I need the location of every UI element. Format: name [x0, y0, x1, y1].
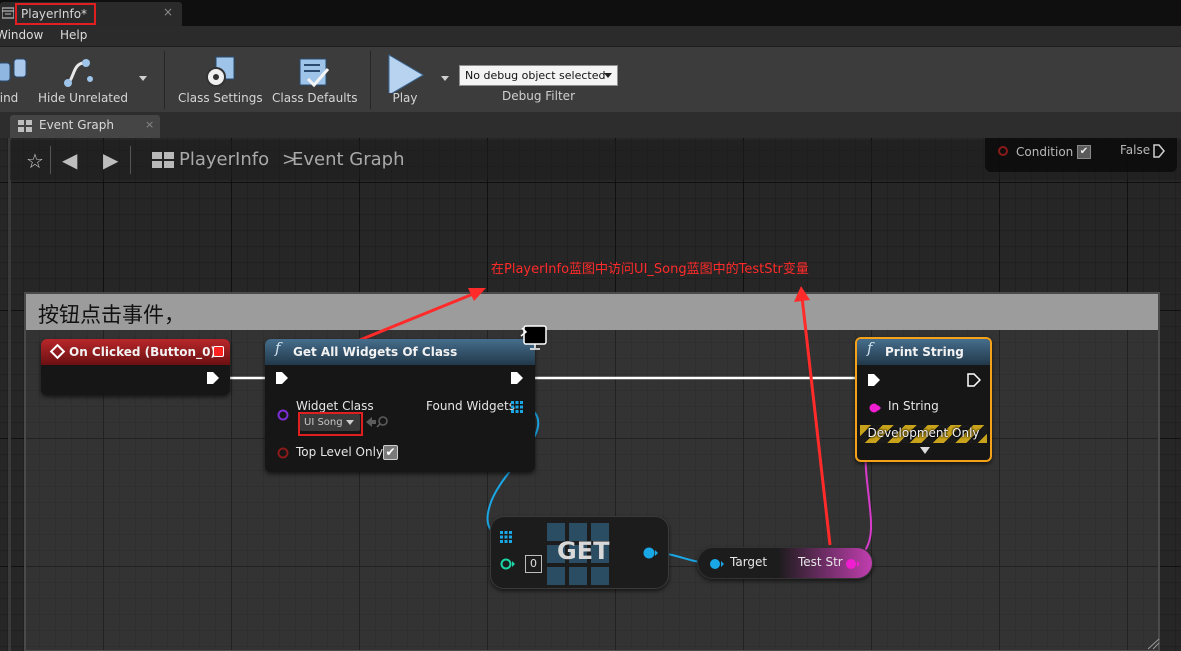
top-level-pin[interactable] [277, 447, 289, 459]
print-string-title: Print String [885, 345, 964, 359]
development-only-banner: Development Only [860, 425, 987, 443]
test-str-output-pin[interactable] [845, 558, 861, 570]
exec-out-pin[interactable] [967, 373, 981, 387]
widget-class-label: Widget Class [296, 399, 374, 413]
target-label: Target [730, 555, 768, 569]
print-string-node[interactable]: Print String f In String Development Onl… [855, 337, 992, 462]
function-icon: f [275, 339, 281, 357]
get-all-widgets-header[interactable]: Get All Widgets Of Class [265, 339, 535, 365]
function-icon: f [867, 339, 873, 357]
get-all-widgets-node[interactable]: Get All Widgets Of Class f Widget Class … [265, 339, 535, 472]
exec-out-pin[interactable] [510, 371, 524, 385]
exec-in-pin[interactable] [275, 371, 289, 385]
array-get-output-pin[interactable] [643, 546, 659, 560]
top-level-checkbox[interactable]: ✔ [383, 445, 398, 460]
array-pin-icon[interactable] [500, 531, 512, 543]
array-pin-icon[interactable] [511, 401, 523, 413]
exec-in-pin[interactable] [867, 373, 881, 387]
annotation-text: 在PlayerInfo蓝图中访问UI_Song蓝图中的TestStr变量 [491, 262, 809, 277]
on-clicked-node[interactable]: On Clicked (Button_0) [41, 339, 230, 395]
in-string-pin[interactable] [869, 402, 881, 414]
top-level-label: Top Level Only [296, 445, 384, 459]
delegate-pin[interactable] [213, 346, 224, 357]
test-str-variable-node[interactable]: Target Test Str [697, 547, 873, 579]
monitor-icon [520, 325, 547, 350]
found-widgets-label: Found Widgets [426, 399, 515, 413]
highlight-box [298, 412, 363, 436]
test-str-label: Test Str [798, 555, 843, 569]
index-input[interactable]: 0 [525, 555, 542, 573]
on-clicked-title: On Clicked (Button_0) [69, 345, 216, 359]
on-clicked-header[interactable]: On Clicked (Button_0) [41, 339, 230, 365]
exec-out-pin[interactable] [206, 371, 220, 385]
expand-arrow-icon[interactable] [920, 447, 930, 454]
index-pin[interactable] [500, 558, 516, 570]
get-label: GET [557, 537, 610, 565]
target-pin[interactable] [709, 558, 725, 570]
print-string-header[interactable]: Print String [857, 339, 990, 365]
resize-grip-icon[interactable] [1146, 638, 1160, 650]
get-all-widgets-title: Get All Widgets Of Class [293, 345, 458, 359]
development-only-label: Development Only [867, 426, 980, 440]
array-get-node[interactable]: GET 0 [490, 516, 669, 589]
in-string-label: In String [888, 399, 939, 413]
browse-icons[interactable] [364, 415, 390, 429]
widget-class-pin[interactable] [277, 409, 289, 421]
